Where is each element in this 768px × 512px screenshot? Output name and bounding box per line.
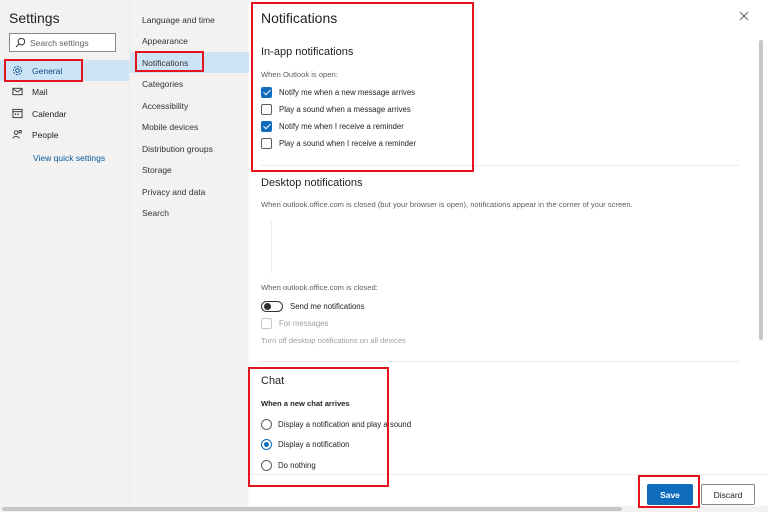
nav-item-people[interactable]: People — [0, 124, 129, 145]
inapp-option-sound-reminder[interactable]: Play a sound when I receive a reminder — [261, 138, 416, 149]
subnav-item-mobile-devices[interactable]: Mobile devices — [130, 116, 249, 137]
nav-item-general[interactable]: General — [0, 60, 129, 81]
nav-item-label: People — [32, 129, 59, 140]
scrollbar-thumb[interactable] — [2, 507, 622, 511]
notification-preview-frame — [271, 221, 272, 273]
toggle-label: Send me notifications — [290, 302, 365, 311]
subnav-item-accessibility[interactable]: Accessibility — [130, 95, 249, 116]
inapp-option-sound-message[interactable]: Play a sound when a message arrives — [261, 104, 411, 115]
nav-item-label: General — [32, 65, 63, 76]
mail-icon — [12, 87, 23, 96]
desktop-heading: Desktop notifications — [261, 177, 363, 189]
discard-button[interactable]: Discard — [701, 484, 755, 505]
inapp-option-new-message[interactable]: Notify me when a new message arrives — [261, 87, 415, 98]
checkbox-label: Play a sound when a message arrives — [279, 105, 411, 114]
send-notifications-toggle-row[interactable]: Send me notifications — [261, 301, 365, 312]
checkbox-label: Play a sound when I receive a reminder — [279, 139, 416, 148]
inapp-heading: In-app notifications — [261, 46, 354, 58]
settings-title: Settings — [9, 10, 60, 26]
radio-unselected[interactable] — [261, 419, 272, 430]
settings-sidebar: Settings General Mail Calendar People Vi… — [0, 0, 129, 512]
search-input[interactable] — [30, 37, 110, 48]
subnav-item-distribution-groups[interactable]: Distribution groups — [130, 138, 249, 159]
chat-option-notify[interactable]: Display a notification — [261, 439, 350, 450]
subnav-item-notifications[interactable]: Notifications — [130, 52, 249, 73]
checkbox-unchecked[interactable] — [261, 104, 272, 115]
calendar-icon — [12, 108, 23, 119]
panel-scrollbar[interactable] — [758, 40, 764, 464]
radio-label: Display a notification and play a sound — [278, 420, 412, 429]
desktop-subtext: When outlook.office.com is closed (but y… — [261, 200, 633, 209]
checkbox-label: Notify me when I receive a reminder — [279, 122, 404, 131]
radio-selected[interactable] — [261, 439, 272, 450]
checkbox-label: For messages — [279, 319, 329, 328]
subnav-item-categories[interactable]: Categories — [130, 73, 249, 94]
checkbox-unchecked[interactable] — [261, 138, 272, 149]
checkbox-checked[interactable] — [261, 121, 272, 132]
close-icon[interactable] — [738, 10, 750, 22]
chat-heading: Chat — [261, 375, 285, 387]
checkbox-label: Notify me when a new message arrives — [279, 88, 416, 97]
radio-unselected[interactable] — [261, 460, 272, 471]
notifications-panel: Notifications In-app notifications When … — [249, 0, 768, 512]
people-icon — [12, 130, 22, 139]
search-box[interactable] — [9, 33, 116, 52]
nav-item-calendar[interactable]: Calendar — [0, 103, 129, 124]
search-icon — [15, 37, 26, 48]
scrollbar-thumb[interactable] — [759, 40, 763, 340]
chat-option-notify-sound[interactable]: Display a notification and play a sound — [261, 419, 411, 430]
section-divider — [261, 165, 739, 166]
chat-option-nothing[interactable]: Do nothing — [261, 460, 316, 471]
nav-item-label: Mail — [32, 86, 48, 97]
inapp-subtext: When Outlook is open: — [261, 70, 338, 79]
nav-item-mail[interactable]: Mail — [0, 81, 129, 102]
view-quick-settings-link[interactable]: View quick settings — [33, 153, 105, 163]
checkbox-disabled — [261, 318, 272, 329]
subnav-item-storage[interactable]: Storage — [130, 159, 249, 180]
gear-icon — [12, 65, 23, 76]
page-title: Notifications — [261, 10, 338, 26]
save-button[interactable]: Save — [647, 484, 693, 505]
inapp-option-reminder[interactable]: Notify me when I receive a reminder — [261, 121, 404, 132]
send-notifications-toggle[interactable] — [261, 301, 283, 312]
subnav-item-privacy[interactable]: Privacy and data — [130, 181, 249, 202]
chat-subtext: When a new chat arrives — [261, 399, 350, 408]
settings-subnav: Language and time Appearance Notificatio… — [129, 0, 249, 512]
horizontal-scrollbar[interactable] — [0, 506, 768, 512]
checkbox-checked[interactable] — [261, 87, 272, 98]
section-divider — [261, 361, 739, 362]
for-messages-option: For messages — [261, 318, 328, 329]
turn-off-desktop-link: Turn off desktop notifications on all de… — [261, 336, 406, 345]
radio-label: Display a notification — [278, 440, 350, 449]
subnav-item-appearance[interactable]: Appearance — [130, 30, 249, 51]
radio-label: Do nothing — [278, 461, 316, 470]
desktop-closed-label: When outlook.office.com is closed: — [261, 283, 378, 292]
nav-item-label: Calendar — [32, 108, 67, 119]
subnav-item-language[interactable]: Language and time — [130, 9, 249, 30]
subnav-item-search[interactable]: Search — [130, 202, 249, 223]
